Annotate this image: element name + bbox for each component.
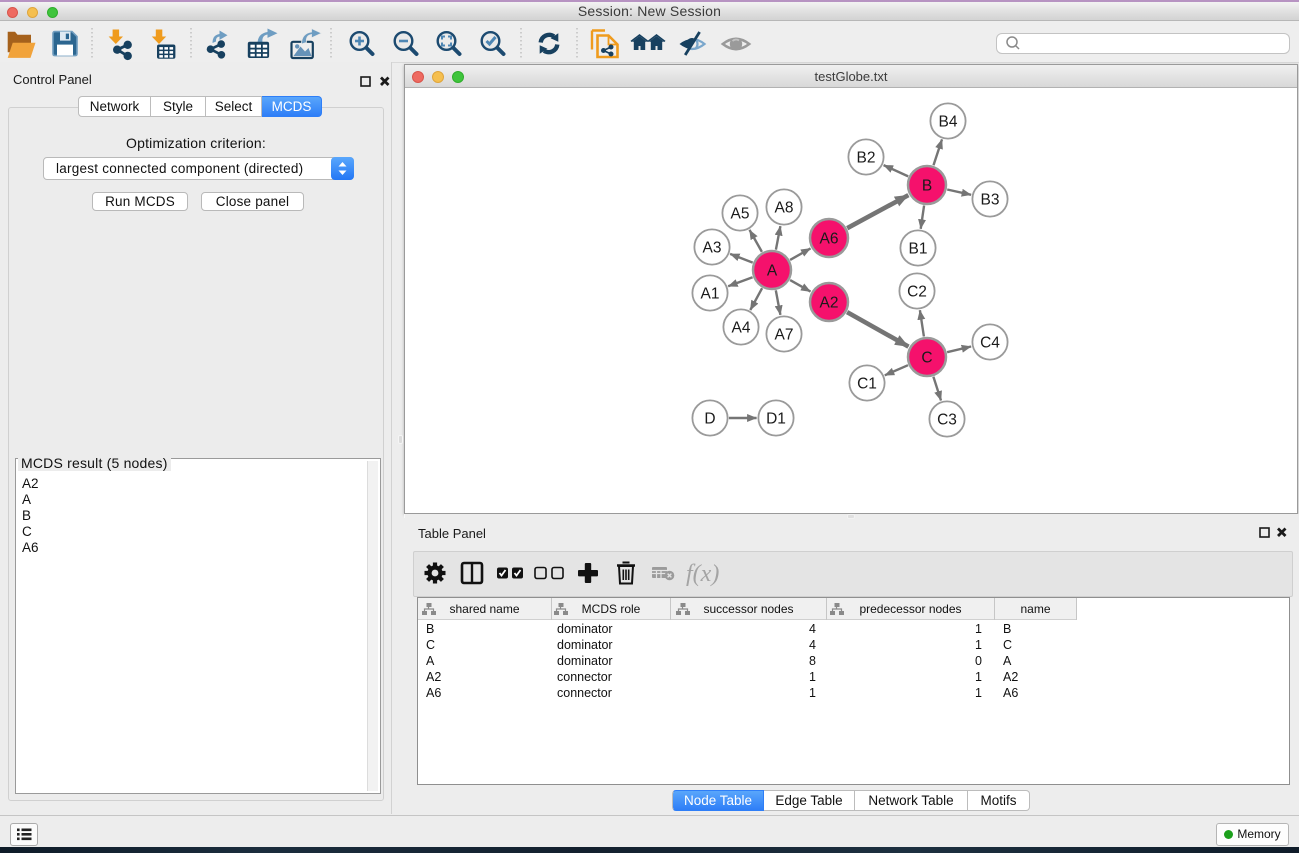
svg-text:D: D [704,411,715,428]
svg-text:D1: D1 [766,411,786,428]
svg-text:A: A [767,263,778,280]
svg-text:B3: B3 [981,192,1000,209]
svg-text:B: B [922,178,932,195]
svg-text:A5: A5 [731,206,750,223]
svg-text:A2: A2 [820,295,839,312]
svg-text:C3: C3 [937,412,957,429]
svg-text:C4: C4 [980,335,1000,352]
svg-text:A4: A4 [732,320,751,337]
svg-text:A7: A7 [775,327,794,344]
svg-text:f(x): f(x) [686,561,719,587]
svg-text:B4: B4 [939,114,958,131]
svg-text:A3: A3 [703,240,722,257]
svg-text:C: C [921,350,932,367]
svg-text:C1: C1 [857,376,877,393]
svg-text:B2: B2 [857,150,876,167]
svg-text:B1: B1 [909,241,928,258]
svg-text:C2: C2 [907,284,927,301]
svg-text:A1: A1 [701,286,720,303]
svg-text:A8: A8 [775,200,794,217]
svg-text:A6: A6 [820,231,839,248]
